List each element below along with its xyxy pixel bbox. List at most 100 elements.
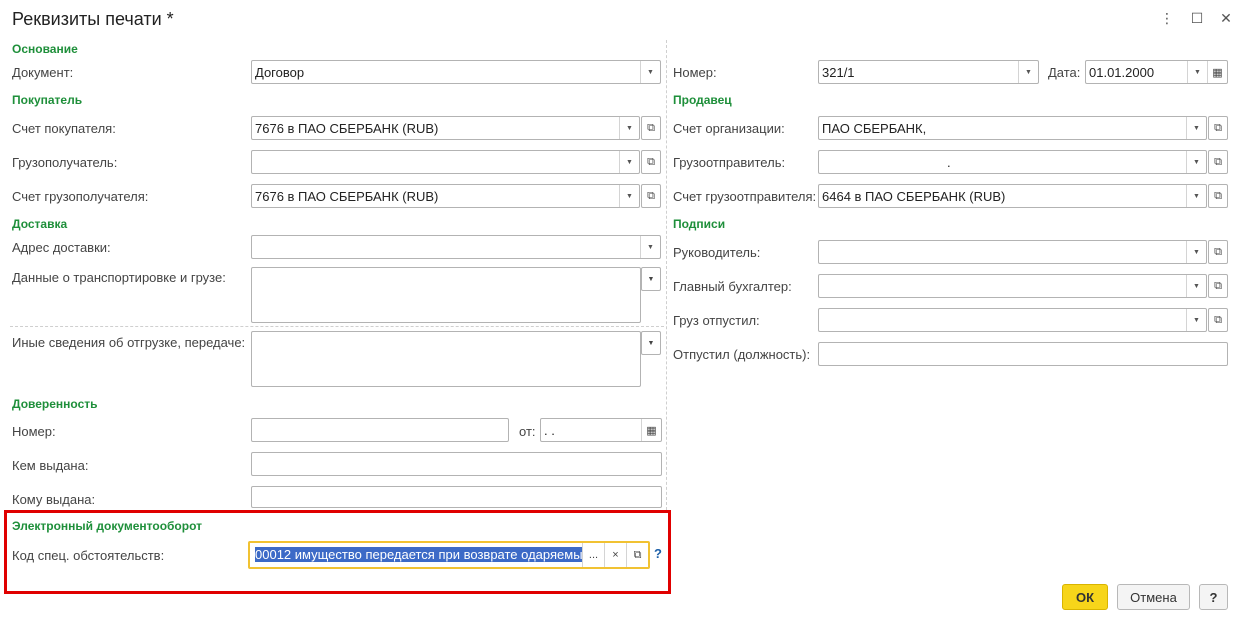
cancel-button[interactable]: Отмена — [1117, 584, 1190, 610]
group-edo: Электронный документооборот — [12, 519, 203, 533]
clear-icon[interactable]: × — [604, 543, 626, 567]
released-value — [819, 309, 1186, 331]
group-signatures: Подписи — [673, 217, 726, 231]
consignee-account-label: Счет грузополучателя: — [12, 189, 149, 204]
window-title: Реквизиты печати * — [12, 9, 174, 29]
released-field[interactable]: ▼ — [818, 308, 1207, 332]
group-basis: Основание — [12, 42, 78, 56]
more-actions-icon[interactable]: ⋮ — [1157, 10, 1177, 27]
proxy-date-label: от: — [519, 424, 536, 439]
chevron-down-icon[interactable]: ▼ — [641, 331, 661, 355]
ellipsis-icon[interactable]: ... — [582, 543, 604, 567]
maximize-icon[interactable]: ☐ — [1187, 10, 1207, 27]
document-label: Документ: — [12, 65, 74, 80]
delivery-address-field[interactable]: ▼ — [251, 235, 661, 259]
calendar-icon[interactable]: ▦ — [1207, 61, 1227, 83]
accountant-field[interactable]: ▼ — [818, 274, 1207, 298]
issued-by-value — [252, 453, 661, 475]
shipper-value: . — [947, 155, 951, 170]
consignee-field[interactable]: ▼ — [251, 150, 640, 174]
chevron-down-icon[interactable]: ▼ — [1186, 151, 1206, 173]
proxy-date-field[interactable]: . . ▦ — [540, 418, 662, 442]
chevron-down-icon[interactable]: ▼ — [619, 117, 639, 139]
accountant-value — [819, 275, 1186, 297]
close-icon[interactable]: ✕ — [1216, 10, 1236, 27]
accountant-label: Главный бухгалтер: — [673, 279, 792, 294]
proxy-number-value — [252, 419, 508, 441]
consignee-label: Грузополучатель: — [12, 155, 118, 170]
buyer-account-label: Счет покупателя: — [12, 121, 116, 136]
issued-to-field[interactable] — [251, 486, 662, 508]
open-icon[interactable]: ⧉ — [1208, 308, 1228, 332]
chevron-down-icon[interactable]: ▼ — [1186, 309, 1206, 331]
delivery-address-label: Адрес доставки: — [12, 240, 111, 255]
transport-data-value — [252, 268, 640, 322]
transport-data-label: Данные о транспортировке и грузе: — [12, 270, 226, 285]
open-icon[interactable]: ⧉ — [641, 150, 661, 174]
open-icon[interactable]: ⧉ — [641, 184, 661, 208]
help-button[interactable]: ? — [1199, 584, 1228, 610]
org-account-field[interactable]: ПАО СБЕРБАНК, ▼ — [818, 116, 1207, 140]
issued-by-label: Кем выдана: — [12, 458, 89, 473]
proxy-number-field[interactable] — [251, 418, 509, 442]
consignee-account-field[interactable]: 7676 в ПАО СБЕРБАНК (RUB) ▼ — [251, 184, 640, 208]
transport-data-field[interactable] — [251, 267, 641, 323]
org-account-value: ПАО СБЕРБАНК, — [822, 121, 927, 136]
field-help-icon[interactable]: ? — [654, 546, 662, 561]
chevron-down-icon[interactable]: ▼ — [640, 61, 660, 83]
chevron-down-icon[interactable]: ▼ — [641, 267, 661, 291]
chevron-down-icon[interactable]: ▼ — [1186, 185, 1206, 207]
open-icon[interactable]: ⧉ — [1208, 274, 1228, 298]
director-field[interactable]: ▼ — [818, 240, 1207, 264]
other-info-value — [252, 332, 640, 386]
calendar-icon[interactable]: ▦ — [641, 419, 661, 441]
open-icon[interactable]: ⧉ — [626, 543, 648, 567]
issued-to-value — [252, 487, 661, 507]
other-info-label: Иные сведения об отгрузке, передаче: — [12, 335, 246, 350]
buyer-account-value: 7676 в ПАО СБЕРБАНК (RUB) — [255, 121, 439, 136]
date-label: Дата: — [1048, 65, 1081, 80]
issued-by-field[interactable] — [251, 452, 662, 476]
ok-button[interactable]: ОК — [1062, 584, 1108, 610]
chevron-down-icon[interactable]: ▼ — [1186, 275, 1206, 297]
open-icon[interactable]: ⧉ — [1208, 240, 1228, 264]
released-position-label: Отпустил (должность): — [673, 347, 811, 362]
number-label: Номер: — [673, 65, 717, 80]
open-icon[interactable]: ⧉ — [1208, 184, 1228, 208]
buyer-account-field[interactable]: 7676 в ПАО СБЕРБАНК (RUB) ▼ — [251, 116, 640, 140]
date-value: 01.01.2000 — [1089, 65, 1155, 80]
released-position-field[interactable] — [818, 342, 1228, 366]
number-field[interactable]: 321/1 ▼ — [818, 60, 1039, 84]
director-label: Руководитель: — [673, 245, 761, 260]
chevron-down-icon[interactable]: ▼ — [1187, 61, 1207, 83]
group-seller: Продавец — [673, 93, 732, 107]
chevron-down-icon[interactable]: ▼ — [1018, 61, 1038, 83]
other-info-field[interactable] — [251, 331, 641, 387]
consignee-value — [252, 151, 619, 173]
chevron-down-icon[interactable]: ▼ — [619, 185, 639, 207]
consignee-account-value: 7676 в ПАО СБЕРБАНК (RUB) — [255, 189, 439, 204]
date-field[interactable]: 01.01.2000 ▼ ▦ — [1085, 60, 1228, 84]
chevron-down-icon[interactable]: ▼ — [1186, 117, 1206, 139]
chevron-down-icon[interactable]: ▼ — [1186, 241, 1206, 263]
shipper-field[interactable]: . ▼ — [818, 150, 1207, 174]
open-icon[interactable]: ⧉ — [1208, 150, 1228, 174]
group-proxy: Доверенность — [12, 397, 98, 411]
number-value: 321/1 — [822, 65, 855, 80]
special-code-field[interactable]: 00012 имущество передается при возврате … — [248, 541, 650, 569]
chevron-down-icon[interactable]: ▼ — [640, 236, 660, 258]
delivery-address-value — [252, 236, 640, 258]
released-label: Груз отпустил: — [673, 313, 760, 328]
chevron-down-icon[interactable]: ▼ — [619, 151, 639, 173]
document-field[interactable]: Договор ▼ — [251, 60, 661, 84]
open-icon[interactable]: ⧉ — [1208, 116, 1228, 140]
group-buyer: Покупатель — [12, 93, 83, 107]
shipper-label: Грузоотправитель: — [673, 155, 786, 170]
shipper-account-field[interactable]: 6464 в ПАО СБЕРБАНК (RUB) ▼ — [818, 184, 1207, 208]
shipper-account-label: Счет грузоотправителя: — [673, 189, 817, 204]
special-code-value: 00012 имущество передается при возврате … — [255, 547, 582, 562]
released-position-value — [819, 343, 1227, 365]
director-value — [819, 241, 1186, 263]
open-icon[interactable]: ⧉ — [641, 116, 661, 140]
proxy-number-label: Номер: — [12, 424, 56, 439]
